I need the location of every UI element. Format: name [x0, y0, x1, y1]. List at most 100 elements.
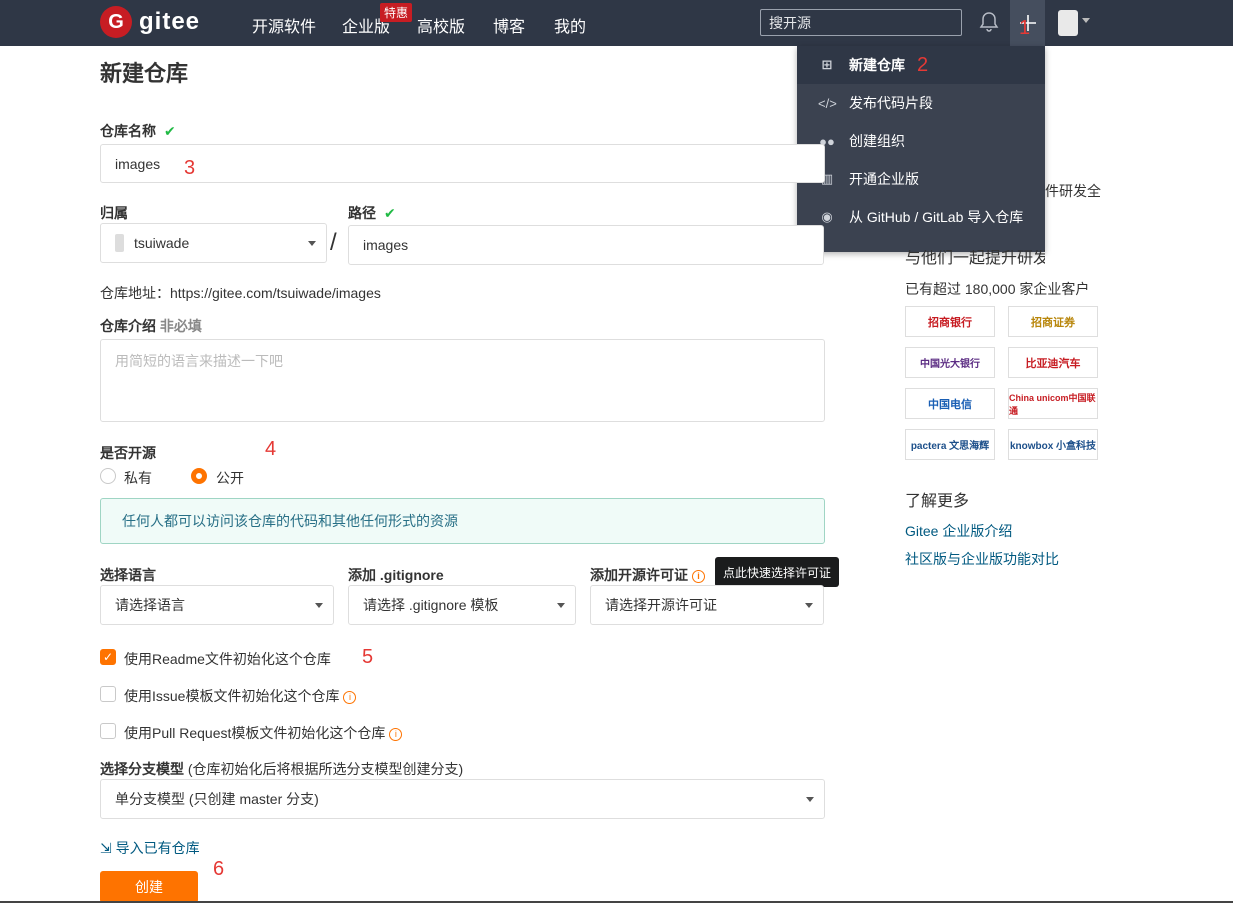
github-icon: ◉	[821, 209, 833, 224]
promo-badge: 特惠	[380, 3, 413, 22]
owner-avatar	[115, 234, 124, 252]
issue-template-text: 使用Issue模板文件初始化这个仓库	[124, 688, 340, 704]
readme-label[interactable]: 使用Readme文件初始化这个仓库	[124, 649, 331, 669]
intro-placeholder: 用简短的语言来描述一下吧	[115, 353, 283, 369]
open-source-label: 是否开源	[100, 445, 156, 461]
private-radio[interactable]	[100, 468, 116, 484]
path-input[interactable]: images	[348, 225, 824, 265]
pr-template-text: 使用Pull Request模板文件初始化这个仓库	[124, 725, 386, 741]
chevron-down-icon	[805, 603, 813, 608]
gitignore-select[interactable]: 请选择 .gitignore 模板	[348, 585, 576, 625]
readme-checkbox[interactable]: ✓	[100, 649, 116, 665]
repo-address: 仓库地址：https://gitee.com/tsuiwade/images	[100, 285, 381, 301]
license-label: 添加开源许可证 i	[590, 565, 705, 585]
path-value: images	[363, 237, 409, 253]
gitee-logo[interactable]: G gitee	[100, 6, 200, 38]
nav-item-mine[interactable]: 我的	[554, 13, 586, 37]
customer-logo: 比亚迪汽车	[1008, 347, 1098, 378]
page-title: 新建仓库	[100, 61, 189, 86]
import-repo-link[interactable]: ⇲ 导入已有仓库	[100, 838, 200, 858]
info-icon[interactable]: i	[389, 727, 403, 741]
chevron-down-icon[interactable]	[1082, 18, 1090, 23]
sidebar-customers: 已有超过 180,000 家企业客户	[905, 281, 1090, 297]
owner-value: tsuiwade	[134, 235, 190, 251]
public-label[interactable]: 公开	[216, 468, 244, 488]
branch-model-value: 单分支模型 (只创建 master 分支)	[115, 791, 319, 807]
issue-template-checkbox[interactable]	[100, 686, 116, 702]
language-select[interactable]: 请选择语言	[100, 585, 334, 625]
annotation-marker: 4	[265, 438, 277, 460]
path-separator: /	[330, 229, 337, 256]
repo-name-input[interactable]: images	[100, 144, 825, 183]
chevron-down-icon	[806, 797, 814, 802]
issue-template-label[interactable]: 使用Issue模板文件初始化这个仓库 i	[124, 686, 357, 706]
annotation-marker: 6	[213, 858, 225, 880]
language-value: 请选择语言	[115, 597, 185, 613]
intro-optional: 非必填	[159, 318, 202, 334]
info-icon[interactable]: i	[343, 690, 357, 704]
path-label-text: 路径	[348, 205, 376, 221]
chevron-down-icon	[315, 603, 323, 608]
branch-model-label-text: 选择分支模型	[100, 761, 184, 777]
menu-item-create-org[interactable]: ●● 创建组织	[797, 122, 1045, 160]
plus-square-icon: ⊞	[821, 57, 833, 72]
menu-item-label: 创建组织	[849, 133, 905, 149]
intro-textarea[interactable]: 用简短的语言来描述一下吧	[100, 339, 825, 422]
pr-template-label[interactable]: 使用Pull Request模板文件初始化这个仓库 i	[124, 723, 403, 743]
customer-logo: pactera 文思海辉	[905, 429, 995, 460]
check-icon: ✔	[384, 205, 396, 221]
pr-template-checkbox[interactable]	[100, 723, 116, 739]
customer-logo: 中国电信	[905, 388, 995, 419]
menu-item-label: 开通企业版	[849, 171, 919, 187]
search-input[interactable]	[760, 9, 962, 36]
import-icon: ⇲	[100, 840, 112, 856]
gitee-logo-text: gitee	[139, 8, 201, 35]
customer-logo: 中国光大银行	[905, 347, 995, 378]
owner-label: 归属	[100, 205, 128, 221]
import-repo-text: 导入已有仓库	[115, 840, 200, 856]
gitee-logo-icon: G	[100, 6, 132, 38]
public-info-text: 任何人都可以访问该仓库的代码和其他任何形式的资源	[122, 513, 458, 529]
license-select[interactable]: 请选择开源许可证	[590, 585, 824, 625]
gitignore-label: 添加 .gitignore	[348, 567, 444, 583]
owner-select[interactable]: tsuiwade	[100, 223, 327, 263]
license-label-text: 添加开源许可证	[590, 567, 688, 583]
language-label: 选择语言	[100, 567, 156, 583]
nav-item-blog[interactable]: 博客	[493, 13, 525, 37]
create-dropdown-menu: ⊞ 新建仓库 2 </> 发布代码片段 ●● 创建组织 ▥ 开通企业版 ◉ 从 …	[797, 46, 1045, 252]
customer-logo: knowbox 小盒科技	[1008, 429, 1098, 460]
customer-logo: 招商银行	[905, 306, 995, 337]
enterprise-intro-link[interactable]: Gitee 企业版介绍	[905, 521, 1012, 541]
annotation-marker: 2	[917, 53, 929, 76]
compare-editions-link[interactable]: 社区版与企业版功能对比	[905, 549, 1059, 569]
customer-logo: 招商证券	[1008, 306, 1098, 337]
nav-item-education[interactable]: 高校版	[417, 13, 465, 37]
intro-label: 仓库介绍 非必填	[100, 316, 202, 336]
learn-more-title: 了解更多	[905, 493, 970, 510]
sidebar-partial-text: 件研发全	[1045, 183, 1101, 199]
public-info-message: 任何人都可以访问该仓库的代码和其他任何形式的资源	[100, 498, 825, 544]
repo-name-label: 仓库名称 ✔	[100, 121, 176, 141]
info-icon[interactable]: i	[692, 569, 705, 583]
nav-item-open-source[interactable]: 开源软件	[252, 13, 316, 37]
menu-item-enterprise[interactable]: ▥ 开通企业版	[797, 160, 1045, 198]
avatar[interactable]	[1058, 10, 1078, 36]
chevron-down-icon	[308, 241, 316, 246]
menu-item-label: 新建仓库	[849, 57, 905, 73]
repo-name-label-text: 仓库名称	[100, 123, 156, 139]
private-label[interactable]: 私有	[124, 468, 152, 488]
repo-name-value: images	[115, 155, 161, 172]
annotation-marker: 5	[362, 646, 374, 668]
menu-item-import[interactable]: ◉ 从 GitHub / GitLab 导入仓库	[797, 198, 1045, 236]
bell-icon[interactable]	[979, 11, 999, 38]
menu-item-label: 从 GitHub / GitLab 导入仓库	[849, 209, 1024, 225]
chevron-down-icon	[557, 603, 565, 608]
menu-item-publish-snippet[interactable]: </> 发布代码片段	[797, 84, 1045, 122]
create-button[interactable]: 创建	[100, 871, 198, 903]
branch-model-hint: (仓库初始化后将根据所选分支模型创建分支)	[187, 761, 464, 777]
branch-model-select[interactable]: 单分支模型 (只创建 master 分支)	[100, 779, 825, 819]
path-label: 路径 ✔	[348, 203, 396, 223]
public-radio[interactable]	[191, 468, 207, 484]
annotation-marker: 1	[1019, 17, 1031, 39]
menu-item-new-repo[interactable]: ⊞ 新建仓库 2	[797, 46, 1045, 84]
